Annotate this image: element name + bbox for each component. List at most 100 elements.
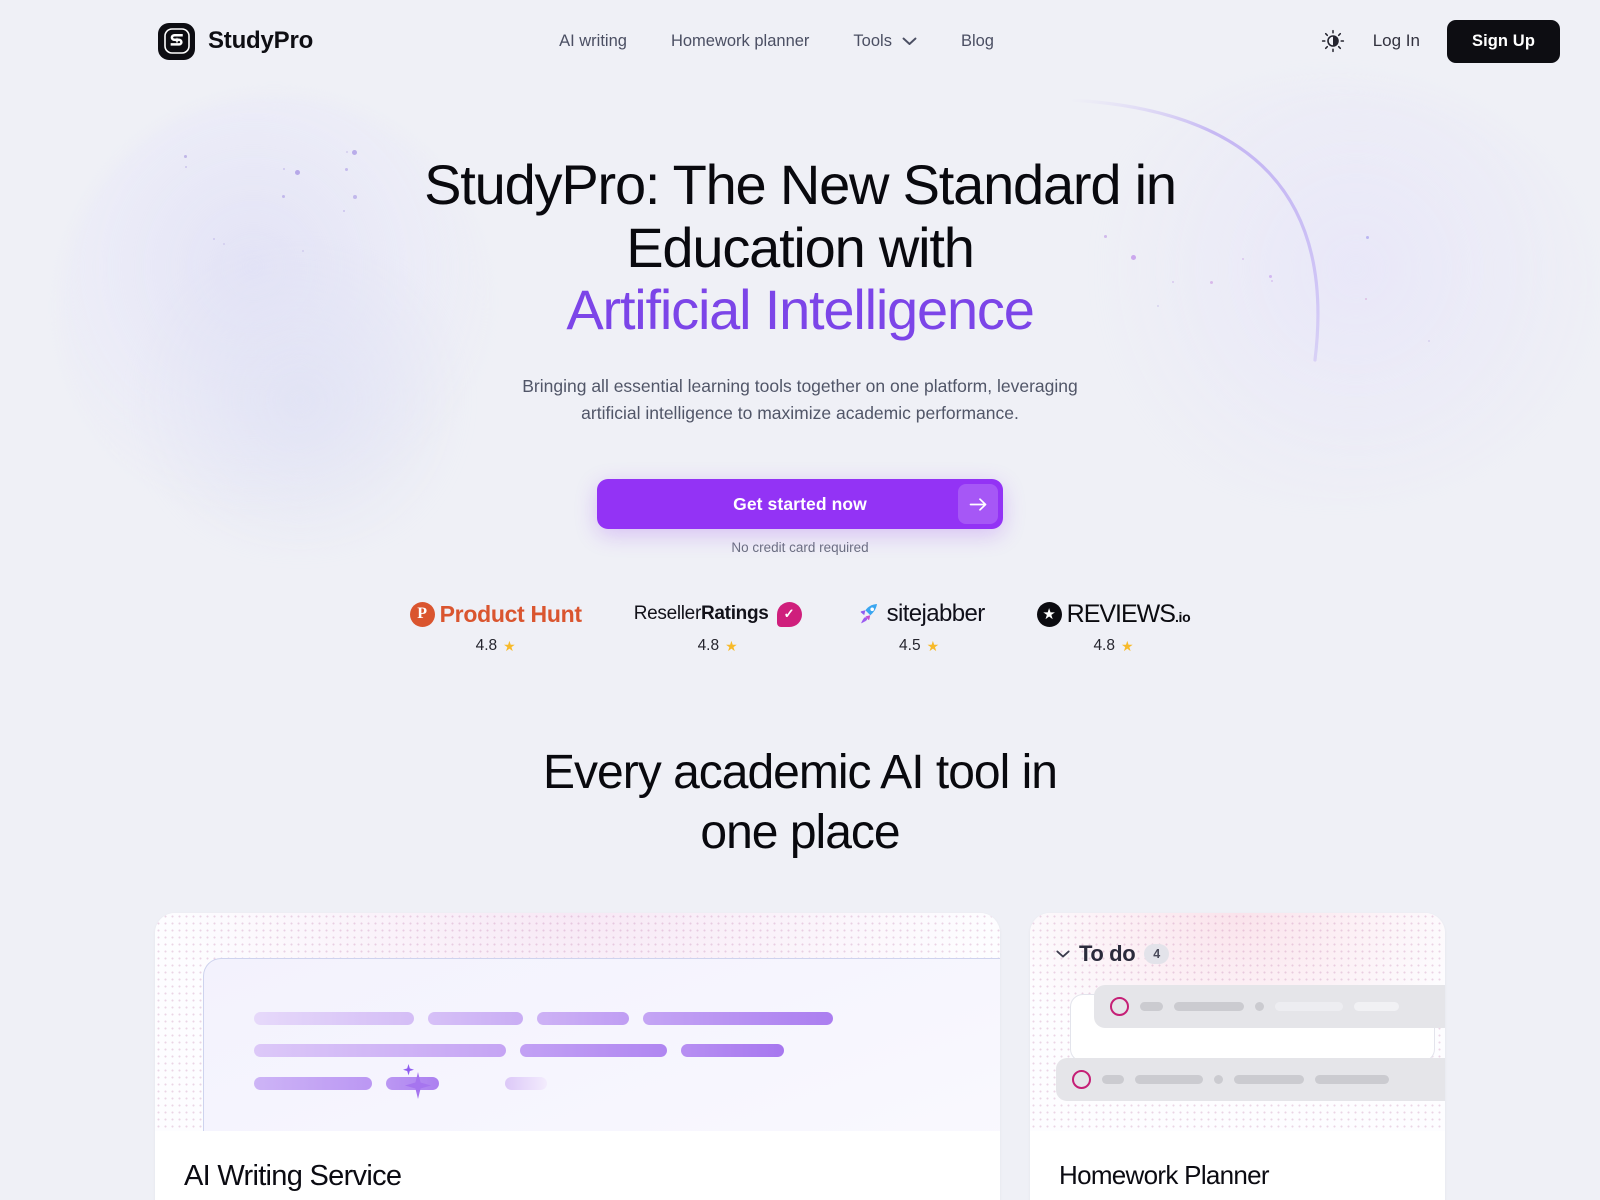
hero-cta-group: Get started now No credit card required — [0, 479, 1600, 555]
planner-mockup-panel: To do 4 — [1056, 941, 1445, 1131]
badge-logo: ★ REVIEWS.io — [1036, 599, 1191, 629]
feature-card-homework-planner[interactable]: To do 4 Homework Planner — [1030, 913, 1445, 1200]
text-bar — [428, 1012, 523, 1026]
star-icon: ★ — [503, 638, 516, 655]
rating-value: 4.8 — [1093, 637, 1115, 655]
section-title-line-2: one place — [700, 806, 900, 860]
badge-logo: P Product Hunt — [409, 599, 582, 629]
text-bar — [505, 1077, 547, 1091]
task-placeholder-bar — [1140, 1002, 1163, 1012]
badge-name: ResellerRatings — [633, 603, 769, 625]
login-link[interactable]: Log In — [1373, 31, 1420, 51]
hero-subtitle: Bringing all essential learning tools to… — [522, 376, 1078, 424]
hero-title-accent: Artificial Intelligence — [566, 278, 1034, 342]
signup-button[interactable]: Sign Up — [1446, 19, 1560, 63]
task-placeholder-bar — [1135, 1075, 1203, 1085]
feature-card-ai-writing-service[interactable]: AI Writing Service Say goodbye to the st… — [155, 913, 1000, 1200]
features-section-title: Every academic AI tool in one place — [0, 743, 1600, 863]
cta-label: Get started now — [733, 493, 867, 514]
text-bar — [453, 1077, 491, 1090]
brand-logo[interactable]: StudyPro — [158, 22, 314, 60]
feature-cards: AI Writing Service Say goodbye to the st… — [0, 913, 1600, 1200]
task-separator-dot — [1255, 1002, 1264, 1012]
nav-item-blog[interactable]: Blog — [961, 32, 994, 51]
text-bar — [537, 1012, 629, 1026]
text-bar — [643, 1012, 833, 1026]
studypro-logo-icon — [158, 22, 195, 60]
header-actions: Log In Sign Up — [1320, 19, 1560, 63]
star-icon: ★ — [1121, 638, 1134, 655]
nav-item-homework-planner[interactable]: Homework planner — [671, 32, 809, 51]
reseller-ratings-check-icon: ✓ — [776, 601, 802, 627]
text-bar — [681, 1044, 784, 1058]
todo-count-badge: 4 — [1144, 944, 1170, 965]
todo-header[interactable]: To do 4 — [1056, 941, 1445, 967]
text-bar — [520, 1044, 667, 1058]
arrow-right-icon — [958, 484, 998, 525]
badge-logo: ResellerRatings ✓ — [634, 599, 802, 629]
card-body: Homework Planner Plan assignments for yo… — [1030, 1131, 1445, 1200]
task-checkbox-icon[interactable] — [1110, 997, 1129, 1017]
hero-title-line-2: Education with — [626, 215, 975, 279]
text-bar — [254, 1077, 372, 1091]
card-title: AI Writing Service — [184, 1160, 402, 1193]
task-separator-dot — [1214, 1075, 1223, 1085]
badge-rating: 4.8 ★ — [698, 637, 738, 655]
task-placeholder-bar — [1354, 1002, 1399, 1012]
badge-reviews-io[interactable]: ★ REVIEWS.io 4.8 ★ — [1036, 599, 1191, 655]
rating-value: 4.8 — [475, 637, 498, 655]
get-started-button[interactable]: Get started now — [597, 479, 1003, 530]
sparkle-icon — [403, 1064, 431, 1100]
hero-title: StudyPro: The New Standard in Education … — [370, 153, 1230, 342]
badge-rating: 4.8 ★ — [1093, 637, 1133, 655]
cta-note: No credit card required — [731, 540, 869, 556]
card-body: AI Writing Service Say goodbye to the st… — [155, 1131, 1000, 1200]
brand-name: StudyPro — [208, 27, 314, 54]
site-header: StudyPro AI writing Homework planner Too… — [0, 0, 1600, 82]
badge-sitejabber[interactable]: sitejabber 4.5 ★ — [854, 599, 985, 655]
landing-page: StudyPro AI writing Homework planner Too… — [0, 0, 1600, 1200]
product-hunt-icon: P — [409, 601, 435, 627]
task-placeholder-bar — [1102, 1075, 1124, 1085]
hero-title-line-1: StudyPro: The New Standard in — [424, 153, 1177, 216]
rating-value: 4.5 — [899, 637, 921, 655]
badge-product-hunt[interactable]: P Product Hunt 4.8 ★ — [409, 599, 582, 655]
text-bar — [254, 1044, 506, 1058]
chevron-down-icon[interactable] — [1056, 950, 1070, 959]
star-icon: ★ — [926, 638, 940, 655]
nav-label: Tools — [853, 31, 892, 50]
badge-rating: 4.5 ★ — [899, 637, 939, 655]
nav-item-tools[interactable]: Tools — [853, 32, 917, 51]
task-placeholder-bar — [1315, 1075, 1389, 1085]
hero-section: StudyPro: The New Standard in Education … — [0, 82, 1600, 655]
card-title: Homework Planner — [1059, 1160, 1270, 1191]
task-checkbox-icon[interactable] — [1072, 1070, 1091, 1090]
rating-value: 4.8 — [697, 637, 720, 655]
nav-label: Homework planner — [670, 31, 810, 50]
review-badges: P Product Hunt 4.8 ★ ResellerRatings ✓ 4… — [0, 599, 1600, 655]
task-placeholder-bar — [1174, 1002, 1244, 1012]
card-visual: To do 4 — [1030, 913, 1445, 1132]
todo-title: To do — [1079, 941, 1136, 967]
badge-name: Product Hunt — [439, 600, 582, 627]
badge-name: sitejabber — [886, 600, 986, 628]
badge-reseller-ratings[interactable]: ResellerRatings ✓ 4.8 ★ — [634, 599, 802, 655]
badge-logo: sitejabber — [854, 599, 985, 629]
half-sun-theme-icon[interactable] — [1320, 28, 1346, 54]
task-row[interactable] — [1094, 985, 1445, 1029]
reviews-io-star-icon: ★ — [1036, 601, 1062, 627]
sitejabber-rocket-icon — [860, 604, 877, 624]
star-icon: ★ — [725, 638, 738, 655]
editor-mockup-panel — [203, 958, 1000, 1132]
text-bar — [254, 1012, 414, 1026]
main-nav: AI writing Homework planner Tools Blog — [559, 32, 994, 51]
nav-item-ai-writing[interactable]: AI writing — [559, 32, 627, 51]
nav-label: Blog — [960, 31, 994, 50]
task-placeholder-bar — [1234, 1075, 1304, 1085]
task-placeholder-bar — [1275, 1002, 1343, 1012]
badge-rating: 4.8 ★ — [476, 637, 516, 655]
badge-name: REVIEWS.io — [1066, 599, 1191, 628]
task-row[interactable] — [1056, 1058, 1445, 1102]
card-visual — [155, 913, 1000, 1132]
section-title-line-1: Every academic AI tool in — [543, 746, 1058, 800]
